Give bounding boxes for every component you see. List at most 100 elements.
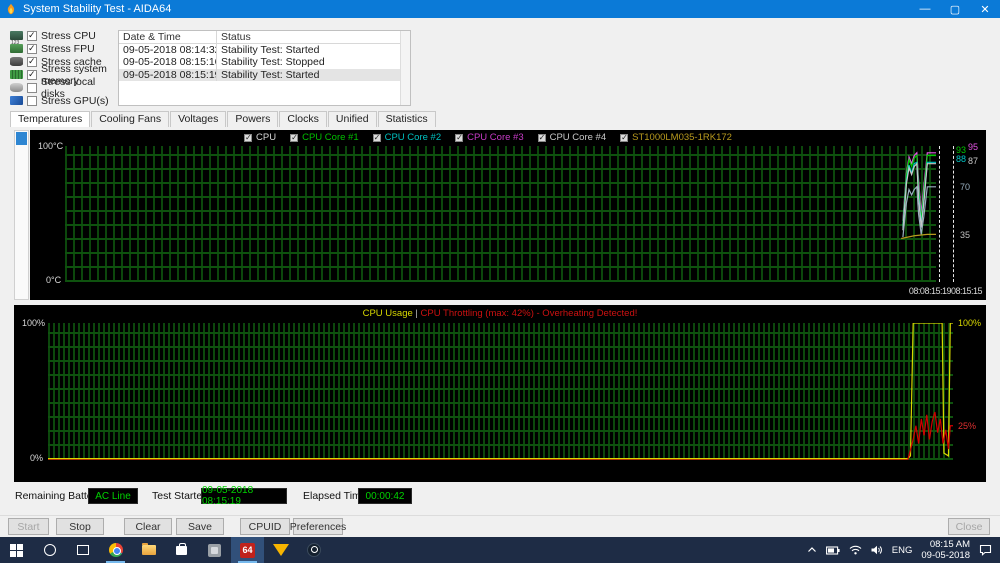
log-datetime: 09-05-2018 08:14:32	[119, 43, 217, 56]
usage-chart-title: CPU Usage | CPU Throttling (max: 42%) - …	[14, 308, 986, 319]
steam-button[interactable]	[297, 537, 330, 563]
stop-button[interactable]: Stop	[56, 518, 104, 535]
legend-checkbox-icon[interactable]	[455, 133, 464, 142]
chrome-button[interactable]	[99, 537, 132, 563]
event-marker-line	[939, 146, 940, 282]
maximize-icon[interactable]: ▢	[940, 0, 970, 18]
value-label-cpu: 70	[960, 182, 971, 192]
tab-strip: Temperatures Cooling Fans Voltages Power…	[10, 111, 437, 127]
stress-cpu-checkbox[interactable]	[27, 30, 37, 41]
button-row: Start Stop Clear Save CPUID Preferences …	[0, 515, 1000, 535]
stress-fpu-checkbox[interactable]	[27, 43, 37, 54]
tab-unified[interactable]: Unified	[327, 111, 377, 127]
value-label-core4: 87	[968, 156, 979, 166]
column-header-datetime[interactable]: Date & Time	[119, 31, 217, 43]
legend-checkbox-icon[interactable]	[290, 133, 299, 142]
elapsed-time-value: 00:00:42	[358, 488, 412, 504]
stress-option-gpu[interactable]: Stress GPU(s)	[10, 94, 118, 107]
clear-button[interactable]: Clear	[124, 518, 172, 535]
test-started-value: 09-05-2018 08:15:19	[201, 485, 287, 507]
legend-checkbox-icon[interactable]	[537, 133, 546, 142]
table-header-row: Date & Time Status	[119, 31, 410, 44]
tab-cooling-fans[interactable]: Cooling Fans	[91, 111, 170, 127]
throttle-25-label: 25%	[958, 421, 977, 431]
usage-series	[48, 323, 953, 460]
window-title: System Stability Test - AIDA64	[23, 3, 172, 15]
store-button[interactable]	[165, 537, 198, 563]
close-icon[interactable]: ✕	[970, 0, 1000, 18]
start-button[interactable]: Start	[8, 518, 49, 535]
log-status: Stability Test: Started	[221, 68, 320, 81]
table-scrollbar[interactable]	[400, 31, 410, 105]
triangle-app-button[interactable]	[264, 537, 297, 563]
stress-gpu-checkbox[interactable]	[27, 95, 37, 106]
taskbar: 64 ENG 08:15 AM 09-05-2018	[0, 537, 1000, 563]
legend-item-core2[interactable]: CPU Core #2	[372, 132, 441, 143]
task-view-button[interactable]	[66, 537, 99, 563]
cortana-button[interactable]	[33, 537, 66, 563]
store-icon	[176, 542, 187, 555]
log-status: Stability Test: Started	[221, 43, 320, 56]
temperature-series	[65, 146, 936, 282]
stress-disks-checkbox[interactable]	[27, 82, 37, 93]
stress-option-cpu[interactable]: Stress CPU	[10, 29, 118, 42]
value-label-hdd: 35	[960, 230, 971, 240]
legend-item-core3[interactable]: CPU Core #3	[455, 132, 524, 143]
clock[interactable]: 08:15 AM 09-05-2018	[921, 539, 970, 561]
tab-temperatures[interactable]: Temperatures	[10, 111, 91, 127]
save-button[interactable]: Save	[176, 518, 224, 535]
file-explorer-button[interactable]	[132, 537, 165, 563]
speaker-icon[interactable]	[871, 545, 883, 555]
legend-item-cpu[interactable]: CPU	[244, 132, 276, 143]
preferences-button[interactable]: Preferences	[290, 518, 346, 535]
language-indicator[interactable]: ENG	[892, 545, 913, 556]
legend-item-core1[interactable]: CPU Core #1	[290, 132, 359, 143]
table-row[interactable]: 09-05-2018 08:15:16 Stability Test: Stop…	[119, 56, 410, 69]
legend-item-hdd[interactable]: ST1000LM035-1RK172	[620, 132, 732, 143]
tab-clocks[interactable]: Clocks	[279, 111, 327, 127]
y-axis-max-label: 100%	[22, 318, 46, 328]
legend-checkbox-icon[interactable]	[620, 133, 629, 142]
temperature-chart: CPU CPU Core #1 CPU Core #2 CPU Core #3 …	[30, 130, 986, 300]
close-button[interactable]: Close	[948, 518, 990, 535]
start-button-taskbar[interactable]	[0, 537, 33, 563]
steam-icon	[306, 543, 321, 557]
log-status: Stability Test: Stopped	[221, 56, 325, 68]
table-row-selected[interactable]: 09-05-2018 08:15:19 Stability Test: Star…	[119, 68, 410, 81]
titlebar: System Stability Test - AIDA64 — ▢ ✕	[0, 0, 1000, 18]
aida64-button[interactable]: 64	[231, 537, 264, 563]
tray-expand-chevron-icon[interactable]	[807, 546, 817, 554]
minimize-icon[interactable]: —	[910, 0, 940, 18]
legend-item-core4[interactable]: CPU Core #4	[537, 132, 606, 143]
legend-label: ST1000LM035-1RK172	[632, 132, 732, 143]
chrome-icon	[108, 543, 123, 557]
legend-checkbox-icon[interactable]	[372, 133, 381, 142]
stress-option-fpu[interactable]: Stress FPU	[10, 40, 118, 55]
battery-icon[interactable]	[825, 545, 840, 555]
legend-checkbox-icon[interactable]	[244, 133, 253, 142]
gpu-icon	[10, 96, 23, 105]
stress-option-list: Stress CPU Stress FPU Stress cache Stres…	[10, 29, 118, 107]
value-label-core3: 95	[968, 142, 979, 152]
legend-label: CPU	[256, 132, 277, 143]
tab-voltages[interactable]: Voltages	[170, 111, 227, 127]
stress-option-disks[interactable]: Stress local disks	[10, 76, 118, 100]
disk-icon	[10, 83, 23, 92]
screen: System Stability Test - AIDA64 — ▢ ✕ Str…	[0, 0, 1000, 563]
table-row[interactable]: 09-05-2018 08:14:32 Stability Test: Star…	[119, 43, 410, 56]
scrollbar-thumb[interactable]	[16, 132, 27, 145]
wifi-icon[interactable]	[849, 545, 862, 555]
tab-statistics[interactable]: Statistics	[377, 111, 436, 127]
throttling-warning: CPU Throttling (max: 42%) - Overheating …	[420, 308, 638, 319]
app-button[interactable]	[198, 537, 231, 563]
tab-powers[interactable]: Powers	[227, 111, 279, 127]
chart-vertical-scrollbar[interactable]	[14, 130, 29, 300]
column-header-status[interactable]: Status	[217, 31, 410, 42]
stress-cache-checkbox[interactable]	[27, 56, 37, 67]
cpu-usage-chart: CPU Usage | CPU Throttling (max: 42%) - …	[14, 305, 986, 482]
cache-icon	[10, 57, 23, 66]
cpuid-button[interactable]: CPUID	[240, 518, 290, 535]
action-center-icon[interactable]	[979, 544, 992, 556]
log-datetime: 09-05-2018 08:15:16	[119, 56, 217, 69]
stress-memory-checkbox[interactable]	[27, 69, 37, 80]
